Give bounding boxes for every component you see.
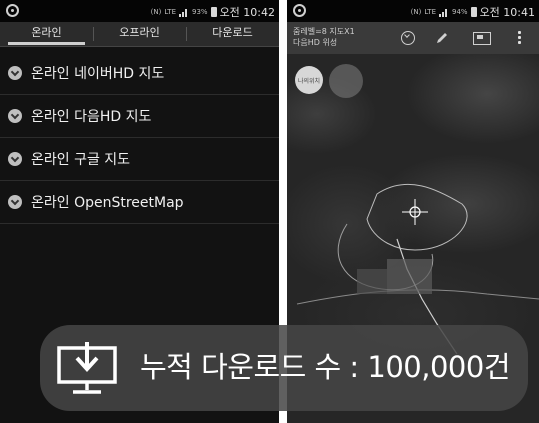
vibrate-icon: (N) [410,8,422,16]
tab-download[interactable]: 다운로드 [186,22,279,46]
network-label: LTE [424,8,436,16]
map-source-label: 온라인 구글 지도 [31,152,131,168]
zoom-info: 줌레벨=8 지도X1 [293,27,355,36]
app-icon [293,4,306,17]
tab-online[interactable]: 온라인 [0,22,93,46]
battery-icon [210,7,217,17]
map-source-osm[interactable]: 온라인 OpenStreetMap [0,181,279,224]
map-source-daum[interactable]: 온라인 다음HD 지도 [0,95,279,138]
chevron-down-icon [8,152,22,166]
map-source-label: 온라인 OpenStreetMap [31,195,184,211]
vibrate-icon: (N) [150,8,162,16]
battery-percent: 93% [192,8,208,16]
chevron-down-icon [8,195,22,209]
tab-offline[interactable]: 오프라인 [93,22,186,46]
download-icon [57,342,117,394]
battery-percent: 94% [452,8,468,16]
signal-icon [179,7,189,17]
tab-bar: 온라인 오프라인 다운로드 [0,22,279,47]
clock: 오전 10:42 [219,6,275,19]
status-bar: (N) LTE 94% 오전 10:41 [287,0,539,22]
battery-icon [470,7,477,17]
location-marker [329,64,363,98]
map-source-label: 온라인 네이버HD 지도 [31,66,165,82]
download-count-banner: 누적 다운로드 수 : 100,000건 [40,325,528,411]
compass-label: 나의위치 [297,77,321,85]
signal-icon [439,7,449,17]
more-icon[interactable] [518,30,522,46]
download-count-text: 누적 다운로드 수 : 100,000건 [140,350,511,384]
map-type-label: 다음HD 위성 [293,38,338,47]
status-bar: (N) LTE 93% 오전 10:42 [0,0,279,22]
layers-icon[interactable] [473,32,491,45]
dropdown-icon[interactable] [401,31,415,45]
map-source-label: 온라인 다음HD 지도 [31,109,152,125]
map-source-naver[interactable]: 온라인 네이버HD 지도 [0,52,279,95]
map-source-list: 온라인 네이버HD 지도 온라인 다음HD 지도 온라인 구글 지도 온라인 O… [0,52,279,224]
pencil-icon[interactable] [435,32,449,44]
network-label: LTE [164,8,176,16]
chevron-down-icon [8,66,22,80]
chevron-down-icon [8,109,22,123]
app-icon [6,4,19,17]
map-caption: 줌레벨=8 지도X1 다음HD 위성 [293,26,355,48]
compass-icon[interactable]: 나의위치 [295,66,323,94]
map-source-google[interactable]: 온라인 구글 지도 [0,138,279,181]
map-toolbar: 줌레벨=8 지도X1 다음HD 위성 [287,22,539,54]
clock: 오전 10:41 [479,6,535,19]
